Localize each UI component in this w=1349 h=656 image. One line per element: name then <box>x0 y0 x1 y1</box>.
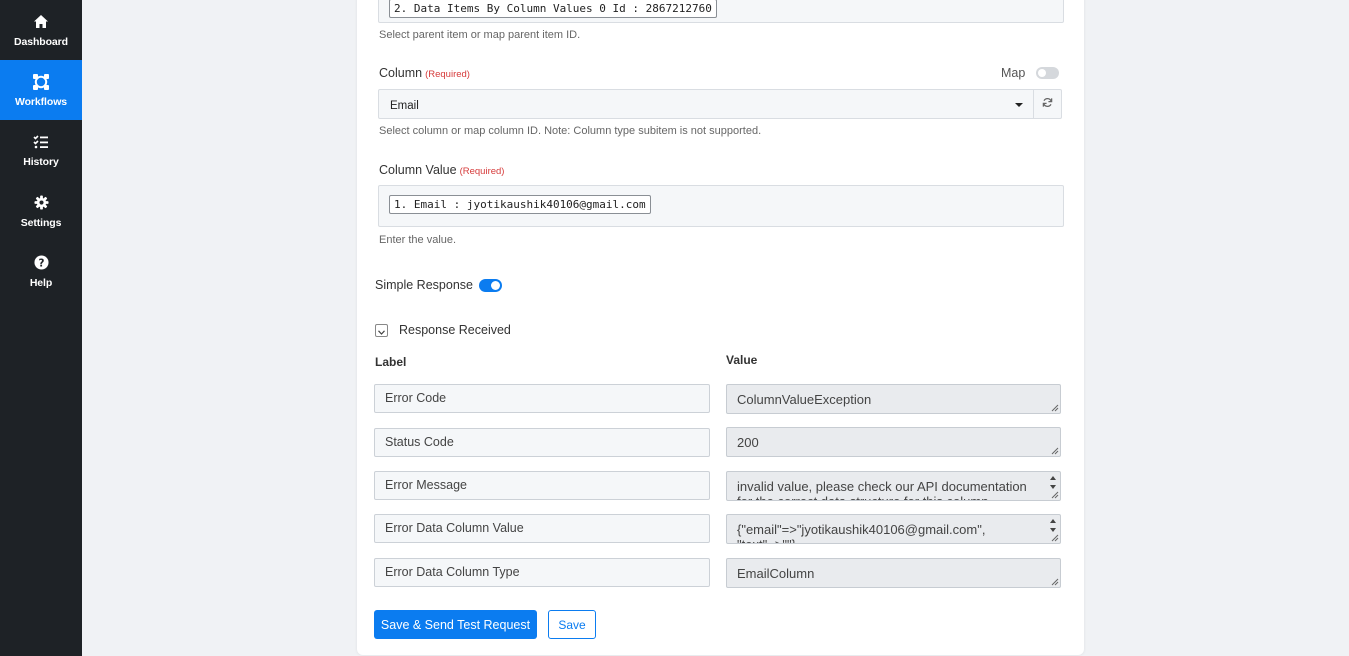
value-column-header: Value <box>726 353 758 367</box>
resize-handle-icon[interactable] <box>1051 404 1059 412</box>
response-value-text: 200 <box>737 435 759 450</box>
response-value-error-code[interactable]: ColumnValueException <box>726 384 1061 414</box>
parent-item-chip[interactable]: 2. Data Items By Column Values 0 Id : 28… <box>389 0 717 18</box>
parent-item-hint: Select parent item or map parent item ID… <box>379 29 581 41</box>
refresh-icon <box>1042 95 1053 113</box>
column-value-chip[interactable]: 1. Email : jyotikaushik40106@gmail.com <box>389 195 651 214</box>
chevron-down-icon <box>1015 103 1023 107</box>
sidebar: Dashboard Workflows History Settings ? H… <box>0 0 82 656</box>
response-value-error-data-column-type[interactable]: EmailColumn <box>726 558 1061 588</box>
response-value-error-data-column-value[interactable]: {"email"=>"jyotikaushik40106@gmail.com",… <box>726 514 1061 544</box>
column-value-hint: Enter the value. <box>379 234 457 246</box>
column-value-label: Column Value (Required) <box>379 163 504 177</box>
workflows-icon <box>32 73 50 91</box>
sidebar-item-label: Help <box>29 276 53 289</box>
response-label-error-data-column-type: Error Data Column Type <box>374 558 710 587</box>
help-icon: ? <box>32 254 50 272</box>
save-send-test-request-button[interactable]: Save & Send Test Request <box>374 610 537 639</box>
response-value-text: {"email"=>"jyotikaushik40106@gmail.com",… <box>737 522 986 543</box>
map-toggle[interactable] <box>1036 67 1059 79</box>
response-label-error-data-column-value: Error Data Column Value <box>374 514 710 543</box>
save-button[interactable]: Save <box>548 610 596 639</box>
refresh-button[interactable] <box>1034 89 1062 119</box>
form-card: 2. Data Items By Column Values 0 Id : 28… <box>357 0 1084 655</box>
sidebar-item-workflows[interactable]: Workflows <box>0 60 82 120</box>
response-value-text: EmailColumn <box>737 566 815 581</box>
response-label-error-code: Error Code <box>374 384 710 413</box>
response-value-status-code[interactable]: 200 <box>726 427 1061 457</box>
response-value-text: ColumnValueException <box>737 392 872 407</box>
sidebar-item-history[interactable]: History <box>0 120 82 180</box>
resize-handle-icon[interactable] <box>1051 491 1059 499</box>
response-label-status-code: Status Code <box>374 428 710 457</box>
sidebar-item-label: Workflows <box>15 95 67 108</box>
column-select-value: Email <box>390 100 419 112</box>
gear-icon <box>32 194 50 212</box>
column-value-field[interactable]: 1. Email : jyotikaushik40106@gmail.com <box>378 185 1064 227</box>
sidebar-item-label: Dashboard <box>14 35 68 48</box>
column-label: Column (Required) <box>379 66 470 80</box>
history-icon <box>32 133 50 151</box>
sidebar-item-label: History <box>23 155 59 168</box>
response-value-text: invalid value, please check our API docu… <box>737 479 1027 500</box>
sidebar-item-settings[interactable]: Settings <box>0 181 82 241</box>
simple-response-label: Simple Response <box>375 278 473 292</box>
required-marker: (Required) <box>425 69 470 80</box>
parent-item-field[interactable]: 2. Data Items By Column Values 0 Id : 28… <box>378 0 1064 23</box>
sidebar-item-label: Settings <box>20 216 62 229</box>
response-value-error-message[interactable]: invalid value, please check our API docu… <box>726 471 1061 501</box>
chevron-down-icon <box>378 322 385 340</box>
resize-handle-icon[interactable] <box>1051 534 1059 542</box>
sidebar-item-dashboard[interactable]: Dashboard <box>0 0 82 60</box>
column-select[interactable]: Email <box>378 89 1034 119</box>
sidebar-item-help[interactable]: ? Help <box>0 241 82 301</box>
simple-response-toggle[interactable] <box>479 279 502 292</box>
required-marker: (Required) <box>459 166 505 177</box>
map-label: Map <box>1001 66 1026 80</box>
response-received-title: Response Received <box>399 323 511 337</box>
column-label-text: Column <box>379 66 423 80</box>
column-hint: Select column or map column ID. Note: Co… <box>379 125 762 137</box>
home-icon <box>32 13 50 31</box>
resize-handle-icon[interactable] <box>1051 447 1059 455</box>
svg-text:?: ? <box>38 257 44 269</box>
label-column-header: Label <box>375 355 407 369</box>
column-value-label-text: Column Value <box>379 163 457 177</box>
resize-handle-icon[interactable] <box>1051 578 1059 586</box>
collapse-toggle[interactable] <box>375 324 388 337</box>
response-label-error-message: Error Message <box>374 471 710 500</box>
